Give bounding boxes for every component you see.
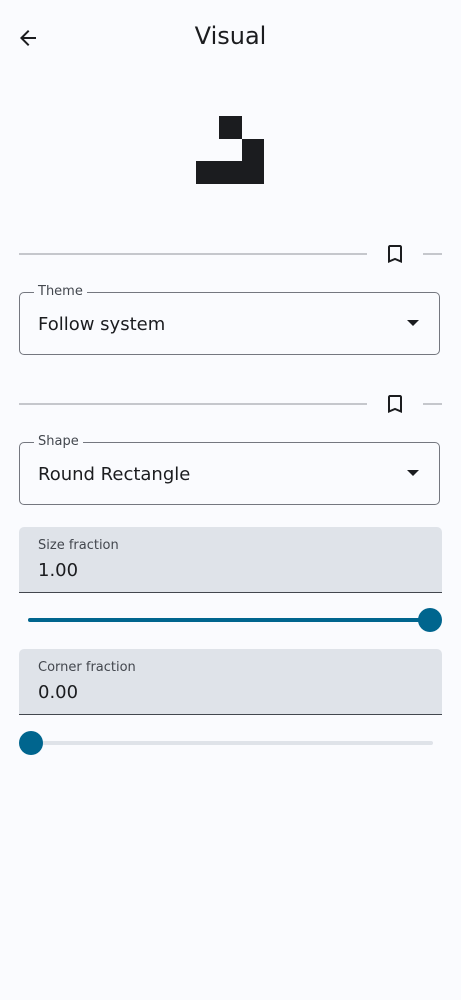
shape-preview-glyph bbox=[196, 116, 264, 184]
theme-dropdown[interactable]: Theme Follow system bbox=[19, 284, 440, 355]
theme-section-divider-right bbox=[423, 253, 442, 255]
dropdown-arrow-icon bbox=[407, 320, 419, 326]
corner-fraction-value: 0.00 bbox=[38, 682, 79, 703]
corner-fraction-field[interactable]: Corner fraction 0.00 bbox=[19, 649, 442, 715]
size-fraction-slider[interactable] bbox=[19, 608, 442, 632]
shape-dropdown[interactable]: Shape Round Rectangle bbox=[19, 434, 440, 505]
corner-fraction-label: Corner fraction bbox=[38, 660, 136, 675]
shape-dropdown-label: Shape bbox=[34, 434, 83, 449]
theme-dropdown-label: Theme bbox=[34, 284, 87, 299]
shape-section-divider-left bbox=[19, 403, 367, 405]
size-fraction-label: Size fraction bbox=[38, 538, 119, 553]
shape-bookmark-button[interactable] bbox=[375, 384, 415, 424]
slider-thumb[interactable] bbox=[19, 731, 43, 755]
slider-track bbox=[28, 741, 433, 745]
page-title: Visual bbox=[194, 22, 267, 50]
slider-track bbox=[28, 618, 433, 622]
slider-thumb[interactable] bbox=[418, 608, 442, 632]
theme-bookmark-button[interactable] bbox=[375, 234, 415, 274]
shape-dropdown-value: Round Rectangle bbox=[38, 464, 191, 485]
size-fraction-field[interactable]: Size fraction 1.00 bbox=[19, 527, 442, 593]
dropdown-arrow-icon bbox=[407, 470, 419, 476]
bookmark-outline-icon bbox=[388, 395, 402, 413]
theme-section-divider-left bbox=[19, 253, 367, 255]
slider-active-track bbox=[28, 618, 433, 622]
size-fraction-value: 1.00 bbox=[38, 560, 79, 581]
shape-section-divider-right bbox=[423, 403, 442, 405]
theme-dropdown-value: Follow system bbox=[38, 314, 166, 335]
corner-fraction-slider[interactable] bbox=[19, 731, 442, 755]
bookmark-outline-icon bbox=[388, 245, 402, 263]
